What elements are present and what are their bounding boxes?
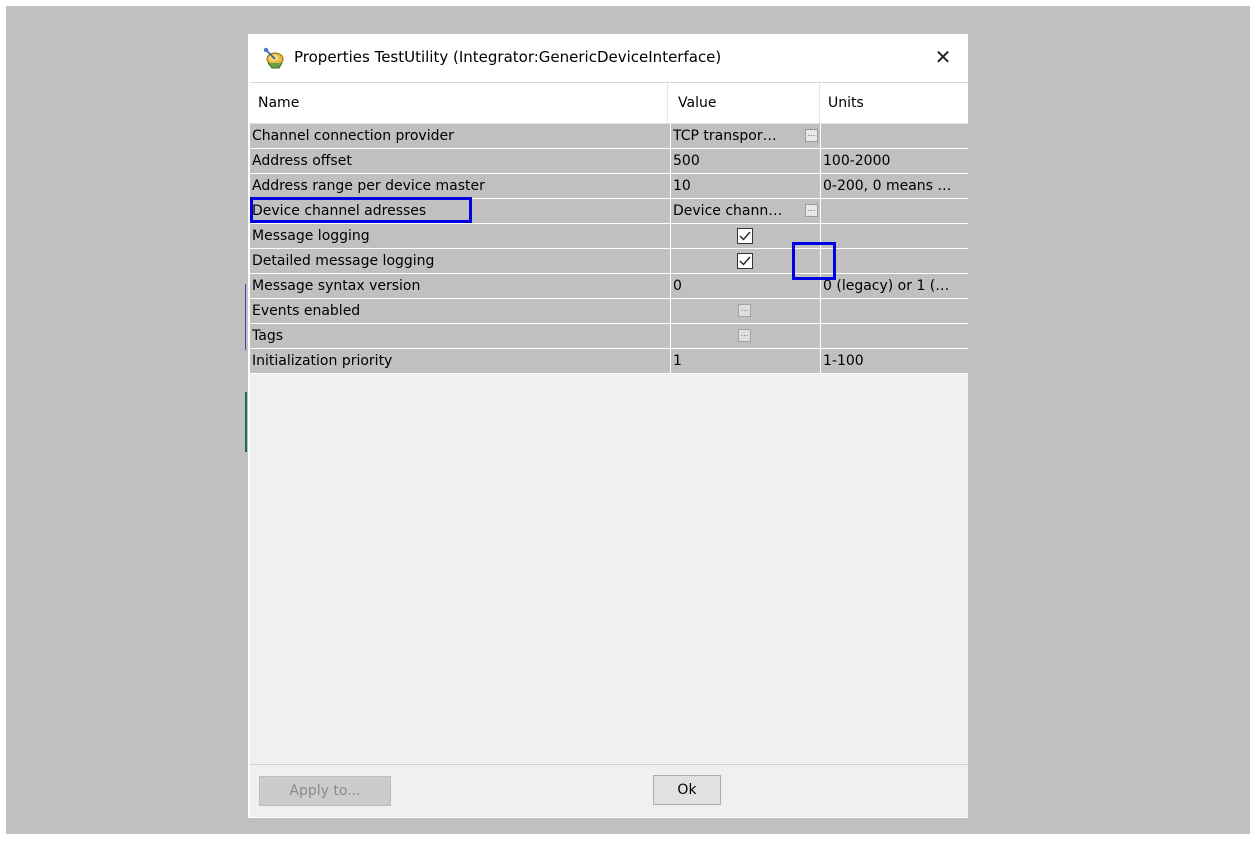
property-row-message-syntax-version[interactable]: Message syntax version 0 0 (legacy) or 1… — [250, 274, 968, 299]
property-value: 0 — [673, 278, 682, 294]
edit-ellipsis-button[interactable]: ... — [805, 129, 818, 142]
dialog-title: Properties TestUtility (Integrator:Gener… — [294, 48, 722, 66]
property-value-cell[interactable]: 0 — [670, 274, 820, 298]
property-name: Address offset — [252, 153, 352, 169]
property-units: 1-100 — [820, 349, 968, 373]
property-value-cell[interactable] — [670, 224, 820, 248]
background-edge-mark — [245, 284, 246, 350]
property-units — [820, 199, 968, 223]
property-name: Address range per device master — [252, 178, 485, 194]
property-value-cell[interactable]: ... — [670, 299, 820, 323]
property-value: 1 — [673, 353, 682, 369]
checkmark-icon — [739, 256, 751, 266]
property-value-cell[interactable]: 1 — [670, 349, 820, 373]
column-header-value[interactable]: Value — [670, 83, 820, 123]
column-header-name[interactable]: Name — [250, 83, 668, 123]
property-row-channel-connection-provider[interactable]: Channel connection provider TCP transpor… — [250, 124, 968, 149]
property-value-cell[interactable]: ... — [670, 324, 820, 348]
satellite-dish-icon — [262, 47, 286, 69]
close-button[interactable]: ✕ — [926, 40, 960, 74]
edit-ellipsis-button[interactable]: ... — [805, 204, 818, 217]
property-row-address-offset[interactable]: Address offset 500 100-2000 — [250, 149, 968, 174]
property-row-events-enabled[interactable]: Events enabled ... — [250, 299, 968, 324]
property-row-device-channel-adresses[interactable]: Device channel adresses Device chann… ..… — [250, 197, 968, 224]
ok-button[interactable]: Ok — [653, 775, 721, 805]
property-value: 500 — [673, 153, 700, 169]
apply-to-button[interactable]: Apply to... — [259, 776, 391, 806]
property-units — [820, 249, 968, 273]
property-value-cell[interactable]: Device chann… ... — [670, 199, 820, 223]
properties-dialog: Properties TestUtility (Integrator:Gener… — [248, 34, 968, 818]
property-name: Events enabled — [252, 303, 361, 319]
property-row-initialization-priority[interactable]: Initialization priority 1 1-100 — [250, 349, 968, 374]
title-bar: Properties TestUtility (Integrator:Gener… — [248, 34, 968, 82]
property-value: TCP transpor… — [673, 128, 777, 144]
property-value-cell[interactable] — [670, 249, 820, 273]
property-name: Message logging — [252, 228, 370, 244]
dialog-footer: Apply to... Ok — [250, 764, 968, 817]
edit-ellipsis-button[interactable]: ... — [738, 304, 751, 317]
edit-ellipsis-button[interactable]: ... — [738, 329, 751, 342]
close-icon: ✕ — [934, 45, 952, 69]
message-logging-checkbox[interactable] — [737, 228, 753, 244]
property-units: 0-200, 0 means … — [820, 174, 968, 198]
property-name: Device channel adresses — [252, 203, 427, 219]
property-rows: Channel connection provider TCP transpor… — [250, 124, 968, 374]
property-name: Channel connection provider — [252, 128, 454, 144]
property-units: 100-2000 — [820, 149, 968, 173]
property-value-cell[interactable]: TCP transpor… ... — [670, 124, 820, 148]
property-units: 0 (legacy) or 1 (… — [820, 274, 968, 298]
grid-header: Name Value Units — [250, 83, 968, 124]
property-name: Initialization priority — [252, 353, 393, 369]
property-name: Detailed message logging — [252, 253, 435, 269]
property-value-cell[interactable]: 10 — [670, 174, 820, 198]
property-units — [820, 224, 968, 248]
property-name: Message syntax version — [252, 278, 421, 294]
property-units — [820, 324, 968, 348]
property-units — [820, 299, 968, 323]
background-edge-mark — [245, 392, 247, 452]
property-row-address-range[interactable]: Address range per device master 10 0-200… — [250, 174, 968, 199]
property-value-cell[interactable]: 500 — [670, 149, 820, 173]
property-row-message-logging[interactable]: Message logging — [250, 224, 968, 249]
checkmark-icon — [739, 231, 751, 241]
property-units — [820, 124, 968, 148]
property-grid: Name Value Units Channel connection prov… — [250, 82, 968, 765]
property-row-detailed-message-logging[interactable]: Detailed message logging — [250, 249, 968, 274]
property-name: Tags — [252, 328, 283, 344]
property-value: 10 — [673, 178, 691, 194]
detailed-message-logging-checkbox[interactable] — [737, 253, 753, 269]
property-row-tags[interactable]: Tags ... — [250, 324, 968, 349]
column-header-units[interactable]: Units — [820, 83, 968, 123]
property-value: Device chann… — [673, 203, 783, 219]
